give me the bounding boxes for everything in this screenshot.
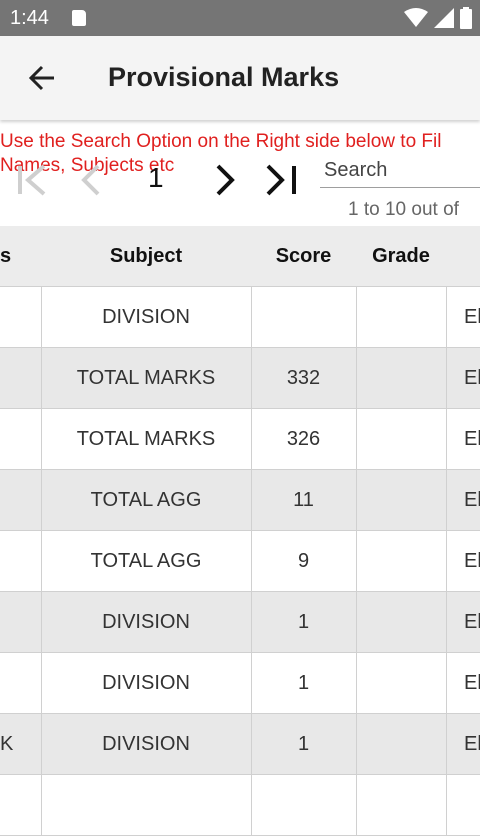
table-cell: El xyxy=(446,287,480,348)
search-input[interactable] xyxy=(320,153,480,188)
page-title: Provisional Marks xyxy=(108,62,340,92)
table-row[interactable]: TOTAL AGG 11 El xyxy=(0,470,480,531)
subject-cell: TOTAL MARKS xyxy=(41,409,252,470)
signal-icon xyxy=(434,8,454,28)
table-row[interactable]: DIVISION 1 El xyxy=(0,653,480,714)
header-subject[interactable]: Subject xyxy=(41,226,252,287)
score-cell xyxy=(251,775,357,836)
table-cell: El xyxy=(446,714,480,775)
status-icons xyxy=(404,6,472,30)
score-cell: 326 xyxy=(251,409,357,470)
subject-cell: DIVISION xyxy=(41,714,252,775)
table-cell: El xyxy=(446,531,480,592)
score-cell: 1 xyxy=(251,592,357,653)
last-page-icon xyxy=(266,164,296,196)
table-row[interactable]: TOTAL MARKS 326 El xyxy=(0,409,480,470)
subject-cell: TOTAL MARKS xyxy=(41,348,252,409)
arrow-left-icon xyxy=(28,65,54,91)
subject-cell: DIVISION xyxy=(41,653,252,714)
first-page-icon xyxy=(18,164,46,196)
score-cell: 1 xyxy=(251,714,357,775)
table-row[interactable]: K DIVISION 1 El xyxy=(0,714,480,775)
grade-cell xyxy=(356,775,447,836)
grade-cell xyxy=(356,714,447,775)
header-grade[interactable]: Grade xyxy=(356,226,447,287)
sd-card-icon xyxy=(72,10,86,26)
score-cell: 332 xyxy=(251,348,357,409)
chevron-left-icon xyxy=(81,164,100,196)
current-page: 1 xyxy=(148,162,164,193)
score-cell: 11 xyxy=(251,470,357,531)
grade-cell xyxy=(356,531,447,592)
first-page-button[interactable] xyxy=(12,160,56,200)
table-cell: El xyxy=(446,470,480,531)
status-time: 1:44 xyxy=(10,7,49,29)
search-hint-line-1: Use the Search Option on the Right side … xyxy=(0,131,442,152)
next-page-button[interactable] xyxy=(202,160,246,200)
status-bar: 1:44 xyxy=(0,0,480,36)
table-row[interactable] xyxy=(0,775,480,836)
header-score[interactable]: Score xyxy=(251,226,357,287)
table-row[interactable]: DIVISION 1 El xyxy=(0,592,480,653)
header-cell xyxy=(446,226,480,287)
table-cell xyxy=(0,348,42,409)
table-row[interactable]: DIVISION El xyxy=(0,287,480,348)
table-cell xyxy=(0,592,42,653)
back-button[interactable] xyxy=(22,58,62,98)
table-row[interactable]: TOTAL AGG 9 El xyxy=(0,531,480,592)
grade-cell xyxy=(356,348,447,409)
table-cell xyxy=(0,531,42,592)
table-cell: K xyxy=(0,714,42,775)
previous-page-button[interactable] xyxy=(70,160,114,200)
table-cell xyxy=(0,653,42,714)
table-cell: El xyxy=(446,592,480,653)
wifi-icon xyxy=(404,8,428,27)
table-cell xyxy=(446,775,480,836)
table-cell xyxy=(0,287,42,348)
chevron-right-icon xyxy=(216,164,235,196)
table-row[interactable]: TOTAL MARKS 332 El xyxy=(0,348,480,409)
table-cell: El xyxy=(446,409,480,470)
subject-cell: TOTAL AGG xyxy=(41,470,252,531)
results-range: 1 to 10 out of xyxy=(348,199,459,220)
battery-icon xyxy=(460,7,472,29)
grade-cell xyxy=(356,470,447,531)
grade-cell xyxy=(356,653,447,714)
subject-cell: DIVISION xyxy=(41,287,252,348)
table-header-row: s Subject Score Grade xyxy=(0,226,480,287)
subject-cell: DIVISION xyxy=(41,592,252,653)
table-cell xyxy=(0,409,42,470)
score-cell: 1 xyxy=(251,653,357,714)
grade-cell xyxy=(356,592,447,653)
subject-cell: TOTAL AGG xyxy=(41,531,252,592)
grade-cell xyxy=(356,287,447,348)
score-cell: 9 xyxy=(251,531,357,592)
table-cell: El xyxy=(446,348,480,409)
header-cell: s xyxy=(0,226,42,287)
last-page-button[interactable] xyxy=(260,160,304,200)
table-cell xyxy=(0,470,42,531)
table-cell: El xyxy=(446,653,480,714)
grade-cell xyxy=(356,409,447,470)
table-cell xyxy=(0,775,42,836)
score-cell xyxy=(251,287,357,348)
subject-cell xyxy=(41,775,252,836)
app-bar: Provisional Marks xyxy=(0,36,480,120)
